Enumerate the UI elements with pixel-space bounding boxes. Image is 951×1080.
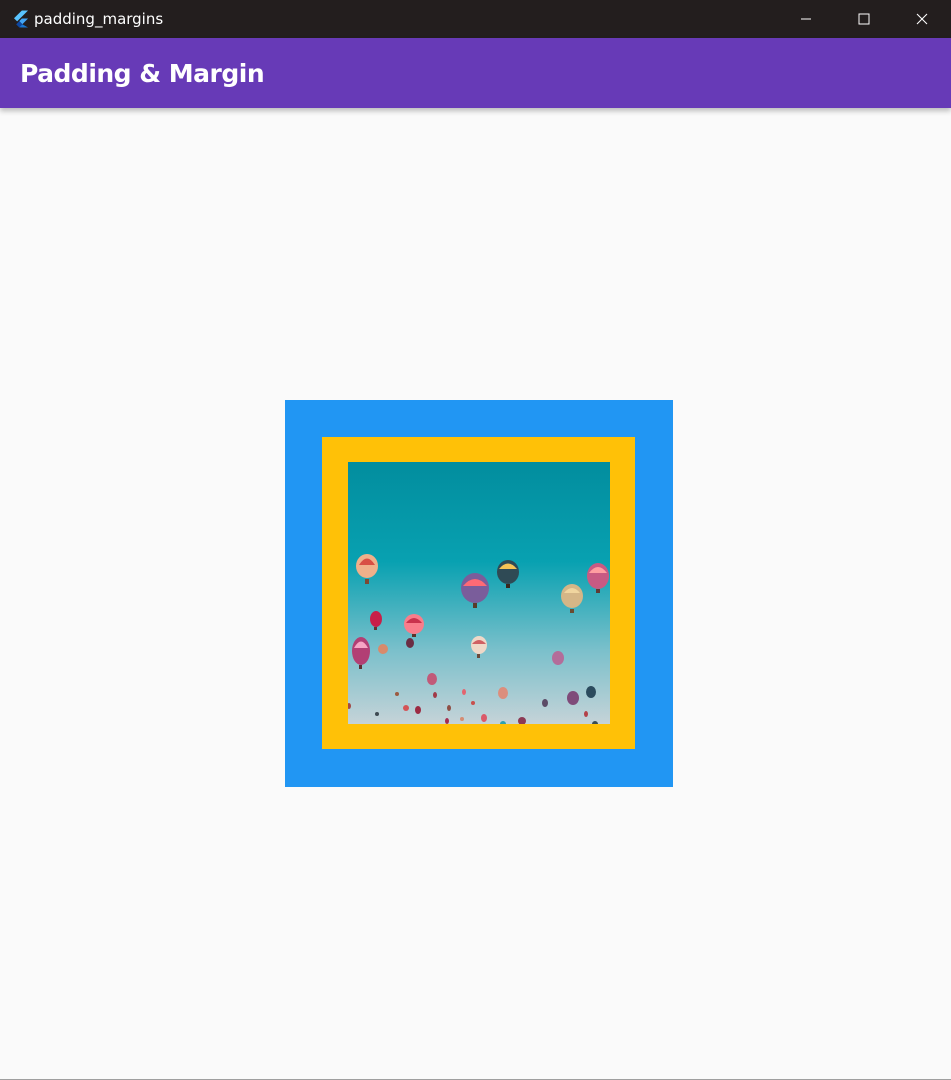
flutter-logo-icon [13, 10, 29, 28]
minimize-icon [801, 18, 811, 20]
window-titlebar: padding_margins [0, 0, 951, 38]
close-icon [916, 13, 928, 25]
window-title: padding_margins [34, 10, 164, 28]
maximize-button[interactable] [835, 0, 893, 38]
close-button[interactable] [893, 0, 951, 38]
main-content [0, 108, 951, 1079]
outer-margin-container [285, 400, 673, 787]
app-window: padding_margins Padding & Margin [0, 0, 951, 1080]
window-controls [777, 0, 951, 38]
maximize-icon [858, 13, 870, 25]
inner-padding-container [322, 437, 635, 749]
page-title: Padding & Margin [20, 59, 265, 88]
app-bar: Padding & Margin [0, 38, 951, 108]
hot-air-balloons-image [348, 462, 610, 724]
minimize-button[interactable] [777, 0, 835, 38]
balloon-scene-illustration [348, 462, 610, 724]
